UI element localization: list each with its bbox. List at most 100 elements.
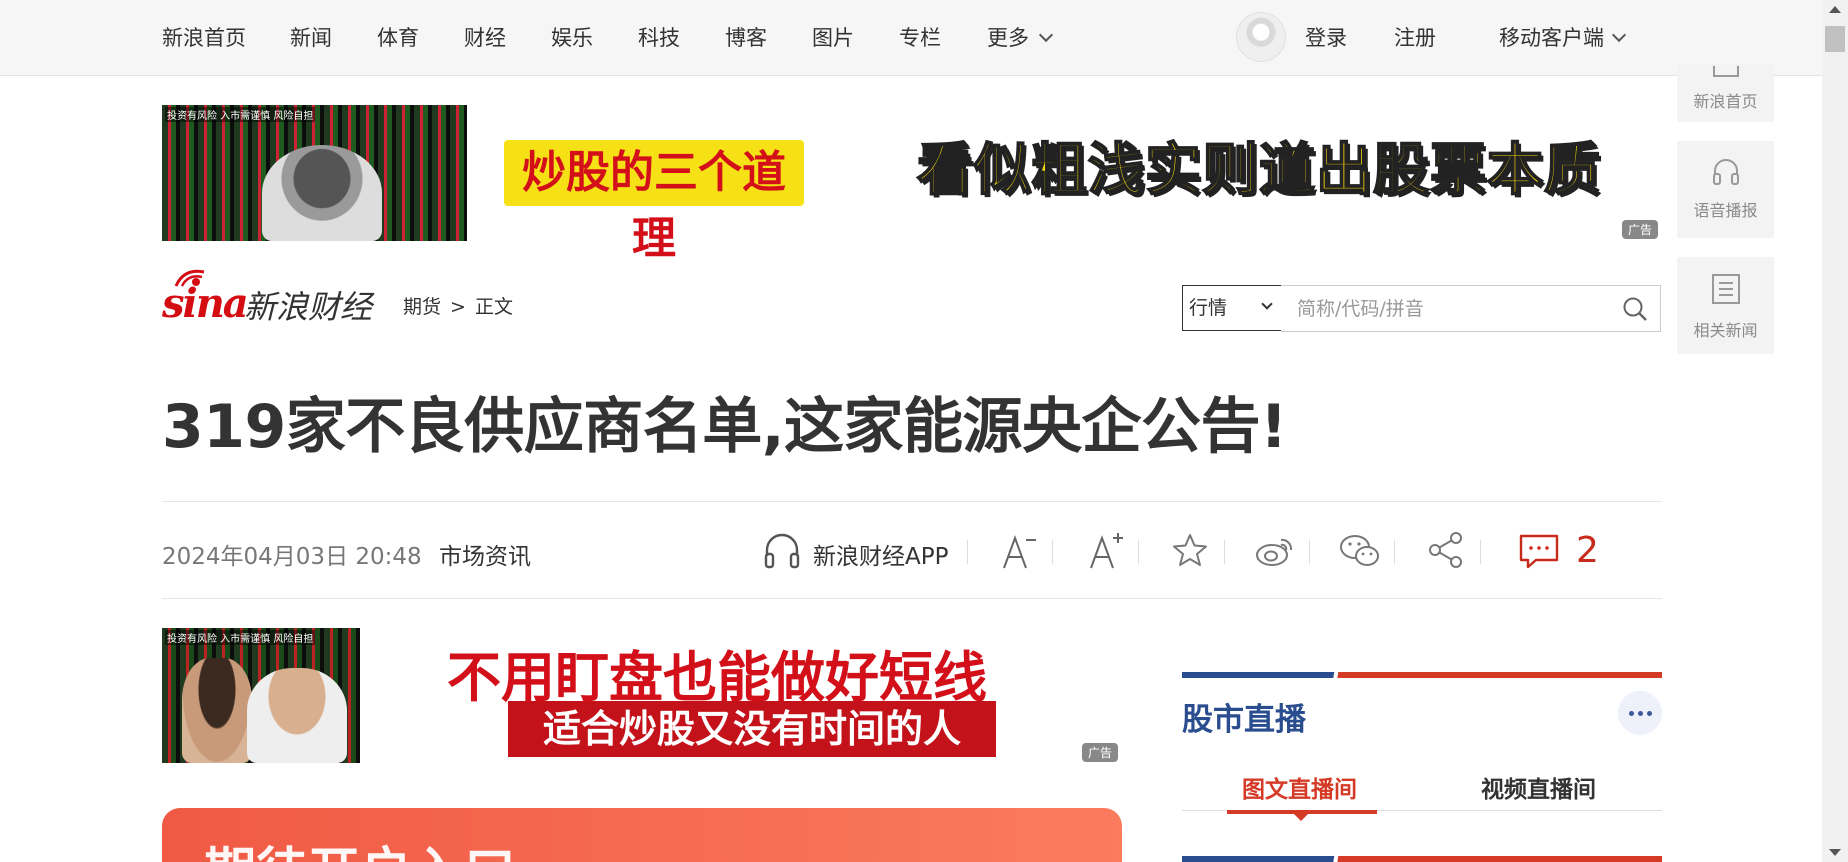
tab-video-live[interactable]: 视频直播间 — [1481, 770, 1596, 804]
logo-name-text: 新浪财经 — [244, 288, 373, 326]
ad-stock-photo: 投资有风险 入市需谨慎 风险自担 — [162, 628, 360, 763]
stock-search-input[interactable]: 简称/代码/拼音 — [1281, 285, 1661, 332]
breadcrumb: 期货 > 正文 — [403, 292, 513, 319]
ad-badge: 广告 — [1622, 220, 1659, 239]
scroll-up-arrow-icon[interactable] — [1829, 6, 1841, 13]
side-tool-related[interactable]: 相关新闻 — [1677, 257, 1774, 354]
list-icon — [1712, 274, 1740, 304]
font-smaller-button[interactable] — [1000, 528, 1040, 572]
nav-item-sina-home[interactable]: 新浪首页 — [162, 22, 246, 52]
side-tool-audio-label: 语音播报 — [1693, 201, 1758, 220]
mobile-client-menu[interactable]: 移动客户端 — [1499, 22, 1627, 52]
favorite-button[interactable] — [1170, 528, 1210, 572]
weibo-icon — [1256, 538, 1293, 566]
article-title: 319家不良供应商名单,这家能源央企公告! — [162, 392, 1287, 462]
inline-banner-ad[interactable]: 投资有风险 入市需谨慎 风险自担 不用盯盘也能做好短线 适合炒股又没有时间的人 … — [162, 628, 1122, 763]
divider — [1480, 540, 1481, 564]
divider — [1309, 540, 1310, 564]
nav-item-sports[interactable]: 体育 — [377, 22, 419, 52]
top-banner-ad[interactable]: 投资有风险 入市需谨慎 风险自担 炒股的三个道理 看似粗浅实则道出股票本质 广告 — [162, 105, 1662, 264]
nav-item-news[interactable]: 新闻 — [290, 22, 332, 52]
divider — [967, 540, 968, 564]
account-open-banner[interactable]: 期待开户入口 — [162, 808, 1122, 862]
font-decrease-icon — [1003, 535, 1036, 569]
ad-subheadline: 适合炒股又没有时间的人 — [508, 701, 996, 757]
search-type-select[interactable]: 行情 — [1182, 285, 1282, 331]
nav-item-columns[interactable]: 专栏 — [899, 22, 941, 52]
chevron-down-icon — [1261, 298, 1273, 310]
vertical-scrollbar[interactable] — [1822, 0, 1848, 862]
article-date: 2024年04月03日 20:48 — [162, 544, 422, 570]
wechat-icon — [1340, 535, 1379, 566]
divider — [162, 598, 1662, 599]
chevron-down-icon — [1038, 27, 1054, 43]
panel-accent-bar — [1182, 856, 1662, 862]
login-link[interactable]: 登录 — [1305, 22, 1347, 52]
comment-count[interactable]: 2 — [1576, 530, 1599, 571]
tab-active-pointer — [1294, 814, 1308, 821]
mobile-client-label: 移动客户端 — [1499, 26, 1604, 50]
listen-button[interactable] — [760, 528, 804, 572]
nav-more-menu[interactable]: 更多 — [987, 22, 1054, 52]
nav-item-photos[interactable]: 图片 — [812, 22, 854, 52]
ad-stock-photo: 投资有风险 入市需谨慎 风险自担 — [162, 105, 467, 241]
stock-live-title: 股市直播 — [1182, 702, 1306, 738]
comments-button[interactable] — [1518, 528, 1560, 572]
ad-slogan: 看似粗浅实则道出股票本质 — [916, 137, 1601, 204]
side-tool-home-label: 新浪首页 — [1693, 92, 1758, 111]
divider — [162, 501, 1662, 502]
divider — [1052, 540, 1053, 564]
side-tool-home[interactable]: 新浪首页 — [1677, 64, 1774, 122]
more-options-button[interactable] — [1618, 691, 1662, 735]
scrollbar-thumb[interactable] — [1825, 26, 1845, 52]
top-nav-bar: 新浪首页 新闻 体育 财经 娱乐 科技 博客 图片 专栏 更多 登录 注册 移动… — [0, 0, 1822, 76]
share-icon — [1429, 532, 1462, 568]
tab-text-live[interactable]: 图文直播间 — [1242, 770, 1357, 804]
share-weibo-button[interactable] — [1254, 528, 1296, 572]
nav-more-label: 更多 — [987, 26, 1029, 50]
logo-brand-text: sina — [162, 280, 249, 327]
user-avatar-icon[interactable] — [1236, 12, 1286, 62]
comment-icon — [1519, 534, 1559, 569]
ad-yellow-headline: 炒股的三个道理 — [504, 140, 804, 264]
scroll-down-arrow-icon[interactable] — [1829, 849, 1841, 856]
panel-accent-bar — [1182, 672, 1662, 678]
font-larger-button[interactable] — [1087, 528, 1127, 572]
breadcrumb-current: 正文 — [474, 296, 513, 318]
more-dots-icon — [1638, 711, 1643, 716]
article-source-link[interactable]: 市场资讯 — [439, 537, 531, 571]
ad-person-image — [182, 658, 252, 763]
share-wechat-button[interactable] — [1338, 528, 1382, 572]
divider — [1394, 540, 1395, 564]
nav-item-tech[interactable]: 科技 — [638, 22, 680, 52]
ad-badge: 广告 — [1082, 743, 1119, 762]
sina-finance-app-link[interactable]: 新浪财经APP — [813, 537, 948, 571]
ad-person-image — [247, 668, 347, 763]
ad-risk-warning: 投资有风险 入市需谨慎 风险自担 — [165, 630, 316, 645]
search-placeholder: 简称/代码/拼音 — [1297, 298, 1424, 320]
more-dots-icon — [1629, 711, 1634, 716]
headphones-icon — [764, 533, 800, 569]
ad-risk-warning: 投资有风险 入市需谨慎 风险自担 — [165, 107, 316, 122]
side-tool-audio[interactable]: 语音播报 — [1677, 141, 1774, 238]
register-link[interactable]: 注册 — [1394, 22, 1436, 52]
nav-item-blog[interactable]: 博客 — [725, 22, 767, 52]
search-icon[interactable] — [1622, 296, 1648, 322]
divider — [1224, 540, 1225, 564]
breadcrumb-separator: > — [450, 296, 466, 318]
more-dots-icon — [1647, 711, 1652, 716]
search-type-value: 行情 — [1189, 297, 1228, 319]
breadcrumb-section-link[interactable]: 期货 — [403, 296, 441, 318]
divider — [1138, 540, 1139, 564]
banner-text: 期待开户入口 — [204, 830, 516, 862]
ad-person-image — [262, 145, 382, 241]
nav-item-entertainment[interactable]: 娱乐 — [551, 22, 593, 52]
font-increase-icon — [1090, 533, 1123, 569]
home-icon — [1713, 66, 1739, 77]
share-button[interactable] — [1425, 528, 1467, 572]
chevron-down-icon — [1611, 27, 1627, 43]
page: 新浪首页 新闻 体育 财经 娱乐 科技 博客 图片 专栏 更多 登录 注册 移动… — [0, 0, 1848, 862]
nav-item-finance[interactable]: 财经 — [464, 22, 506, 52]
headphones-icon — [1713, 159, 1739, 185]
side-tool-related-label: 相关新闻 — [1693, 321, 1758, 340]
